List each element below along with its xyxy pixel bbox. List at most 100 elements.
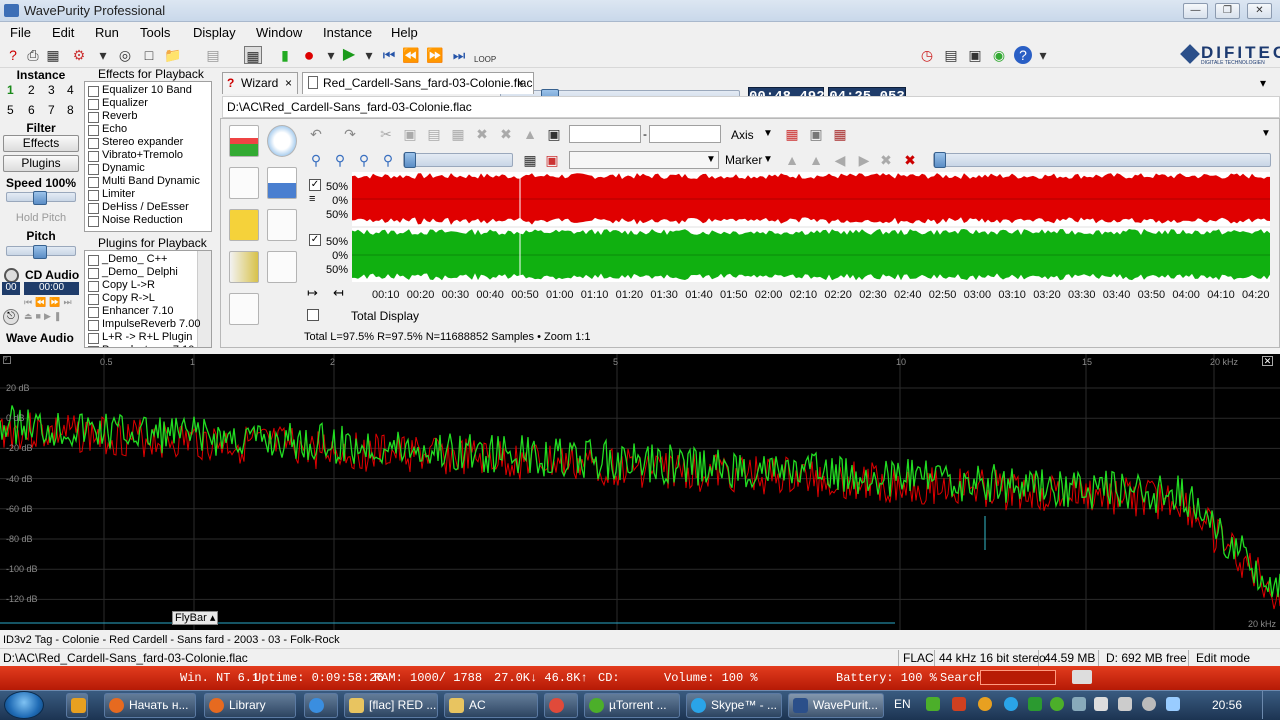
left-channel-waveform[interactable] (352, 172, 1270, 226)
hold-pitch-label[interactable]: Hold Pitch (0, 212, 82, 224)
plugins-item[interactable]: _Demo_ Delphi (88, 266, 178, 279)
tray-signal-icon[interactable] (1166, 697, 1180, 711)
instance-5[interactable]: 5 (7, 103, 14, 117)
filter-wave-icon[interactable] (229, 209, 259, 241)
plugins-scrollbar[interactable] (197, 251, 211, 347)
clock[interactable]: 20:56 (1212, 698, 1242, 712)
skip-end-icon[interactable]: ⏭ (450, 46, 468, 64)
marker-label[interactable]: Marker (725, 153, 762, 167)
redo-icon[interactable]: ↷ (341, 125, 359, 143)
instance-3[interactable]: 3 (48, 83, 55, 97)
speaker-icon[interactable] (229, 251, 259, 283)
taskbar-item-ac-folder[interactable]: AC (444, 693, 538, 718)
effects-item[interactable]: Dynamic (88, 162, 145, 175)
pitch-slider-thumb[interactable] (33, 245, 47, 259)
cd-burn-icon[interactable] (267, 251, 297, 283)
marker-prev-icon[interactable]: ◀ (831, 151, 849, 169)
skip-start-icon[interactable]: ⏮ (380, 46, 398, 64)
undo-icon[interactable]: ↶ (307, 125, 325, 143)
plugins-item[interactable]: Copy R->L (88, 292, 155, 305)
zoom-fit-icon[interactable]: ⚲ (307, 151, 325, 169)
effects-item[interactable]: DeHiss / DeEsser (88, 201, 189, 214)
wave-edit-icon[interactable] (229, 125, 259, 157)
list-edit-icon[interactable] (229, 167, 259, 199)
tab-file[interactable]: Red_Cardell-Sans_fard-03-Colonie.flac × (302, 72, 534, 94)
plugins-button[interactable]: Plugins (3, 155, 79, 172)
taskbar-item-ie[interactable] (304, 693, 338, 718)
maximize-button[interactable]: ❐ (1215, 3, 1240, 19)
open-folder-icon[interactable]: 📁 (164, 46, 182, 64)
spectrum-close-icon[interactable]: ✕ (1262, 356, 1273, 366)
scroll-slider-thumb[interactable] (934, 152, 946, 168)
instance-2[interactable]: 2 (28, 83, 35, 97)
trim-icon[interactable]: ✖ (473, 125, 491, 143)
menu-help[interactable]: Help (391, 25, 418, 40)
cut-icon[interactable]: ✂ (377, 125, 395, 143)
zoom-in-icon[interactable]: ⚲ (379, 151, 397, 169)
tray-flag-icon[interactable] (1094, 697, 1108, 711)
marker-next-icon[interactable]: ▶ (855, 151, 873, 169)
axis-dropdown-icon[interactable]: ▼ (763, 128, 773, 139)
settings-icon[interactable]: ⚙ (70, 46, 88, 64)
selection-end-input[interactable] (649, 125, 721, 143)
crop-icon[interactable]: ✖ (497, 125, 515, 143)
total-display-checkbox[interactable] (307, 309, 319, 321)
marker-edit-icon[interactable]: ▲ (807, 151, 825, 169)
scroll-slider[interactable] (933, 152, 1271, 168)
tray-security-icon[interactable] (1028, 697, 1042, 711)
taskbar-item-wavepurity[interactable]: WavePurit... (788, 693, 884, 718)
plugins-item[interactable]: Copy L->R (88, 279, 155, 292)
add-document-icon[interactable] (267, 209, 297, 241)
export-icon[interactable]: ▤ (942, 46, 960, 64)
marker-dropdown-icon[interactable]: ▼ (763, 154, 773, 165)
taskbar-item-chrome[interactable] (544, 693, 578, 718)
minimize-button[interactable]: — (1183, 3, 1208, 19)
menu-display[interactable]: Display (193, 25, 236, 40)
info-drive-icon[interactable] (1072, 670, 1092, 684)
new-document-icon[interactable]: □ (140, 46, 158, 64)
pitch-slider[interactable] (6, 245, 76, 259)
cd-icon[interactable]: ◎ (116, 46, 134, 64)
scroll-start-icon[interactable]: ↦ (307, 285, 318, 301)
axis-label[interactable]: Axis (731, 128, 754, 142)
taskbar-item-firefox[interactable]: Начать н... (104, 693, 196, 718)
marker-add-icon[interactable]: ▲ (783, 151, 801, 169)
taskbar-item-skype[interactable]: Skype™ - ... (686, 693, 782, 718)
view-icon[interactable]: ▣ (807, 125, 825, 143)
dropdown-arrow-icon[interactable]: ▾ (94, 46, 112, 64)
record-dropdown-icon[interactable]: ▾ (322, 46, 340, 64)
tray-chrome-icon[interactable] (978, 697, 992, 711)
taskbar-media-icon[interactable] (66, 693, 88, 718)
effects-item[interactable]: Equalizer (88, 97, 148, 110)
cd-transport-icons[interactable]: ⏮⏪⏩⏭ (24, 297, 75, 308)
speed-slider[interactable] (6, 191, 76, 205)
zoom-slider-thumb[interactable] (404, 152, 416, 168)
tray-device-icon[interactable] (1118, 697, 1132, 711)
tray-sc-icon[interactable] (952, 697, 966, 711)
speed-slider-thumb[interactable] (33, 191, 47, 205)
print-icon[interactable]: ⎙ (24, 46, 42, 64)
tray-volume-icon[interactable] (1142, 697, 1156, 711)
taskbar-item-utorrent[interactable]: µTorrent ... (584, 693, 680, 718)
effects-item[interactable]: Reverb (88, 110, 137, 123)
close-button[interactable]: ✕ (1247, 3, 1272, 19)
zoom-selection-icon[interactable]: ⚲ (331, 151, 349, 169)
paste-icon[interactable]: ▤ (425, 125, 443, 143)
info-cd[interactable]: CD: (598, 671, 620, 685)
mix-paste-icon[interactable]: ▦ (449, 125, 467, 143)
timer-icon[interactable]: ◷ (918, 46, 936, 64)
flybar-button[interactable]: FlyBar ▴ (172, 611, 218, 625)
spectrum-view-icon[interactable]: ▦ (521, 151, 539, 169)
tray-network-icon[interactable] (1072, 697, 1086, 711)
effects-item[interactable]: Echo (88, 123, 127, 136)
selection-start-input[interactable] (569, 125, 641, 143)
tray-utorrent-icon[interactable] (1050, 697, 1064, 711)
effects-item[interactable]: Vibrato+Tremolo (88, 149, 183, 162)
start-button[interactable] (4, 691, 44, 719)
menu-tools[interactable]: Tools (140, 25, 170, 40)
marker-delete-all-icon[interactable]: ✖ (901, 151, 919, 169)
power-icon[interactable]: ⎋ (3, 309, 19, 325)
network-icon[interactable]: ◉ (990, 46, 1008, 64)
zoom-out-icon[interactable]: ⚲ (355, 151, 373, 169)
editor-menu-dropdown-icon[interactable]: ▼ (1261, 128, 1271, 139)
